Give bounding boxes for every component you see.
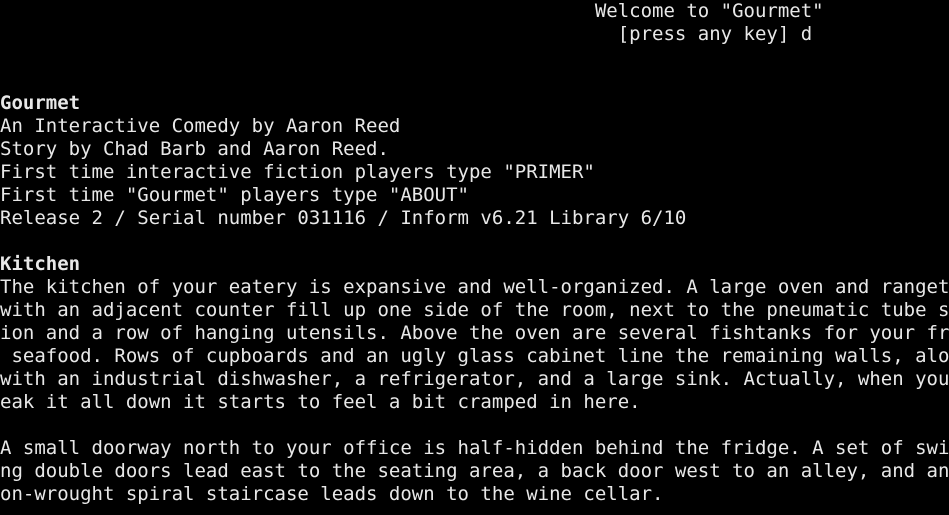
room-exits-line: A small doorway north to your office is … — [0, 437, 949, 459]
room-description-line: with an adjacent counter fill up one sid… — [0, 299, 949, 321]
game-subtitle: An Interactive Comedy by Aaron Reed — [0, 115, 401, 137]
press-any-key-prompt[interactable]: [press any key] d — [0, 23, 949, 46]
terminal-window[interactable]: Welcome to "Gourmet" [press any key] d G… — [0, 0, 949, 515]
room-description-line: ion and a row of hanging utensils. Above… — [0, 322, 949, 344]
welcome-banner: Welcome to "Gourmet" — [0, 0, 824, 22]
room-description-line: The kitchen of your eatery is expansive … — [0, 276, 949, 298]
room-exits-line: on-wrought spiral staircase leads down t… — [0, 483, 664, 505]
about-hint: First time "Gourmet" players type "ABOUT… — [0, 184, 469, 206]
room-exits-line: ng double doors lead east to the seating… — [0, 460, 949, 482]
release-info: Release 2 / Serial number 031116 / Infor… — [0, 207, 687, 229]
room-description-line: eak it all down it starts to feel a bit … — [0, 391, 641, 413]
game-title: Gourmet — [0, 92, 81, 114]
primer-hint: First time interactive fiction players t… — [0, 161, 595, 183]
room-description-line: seafood. Rows of cupboards and an ugly g… — [0, 345, 949, 367]
room-name: Kitchen — [0, 253, 81, 275]
story-credit: Story by Chad Barb and Aaron Reed. — [0, 138, 389, 160]
room-description-line: with an industrial dishwasher, a refrige… — [0, 368, 949, 390]
